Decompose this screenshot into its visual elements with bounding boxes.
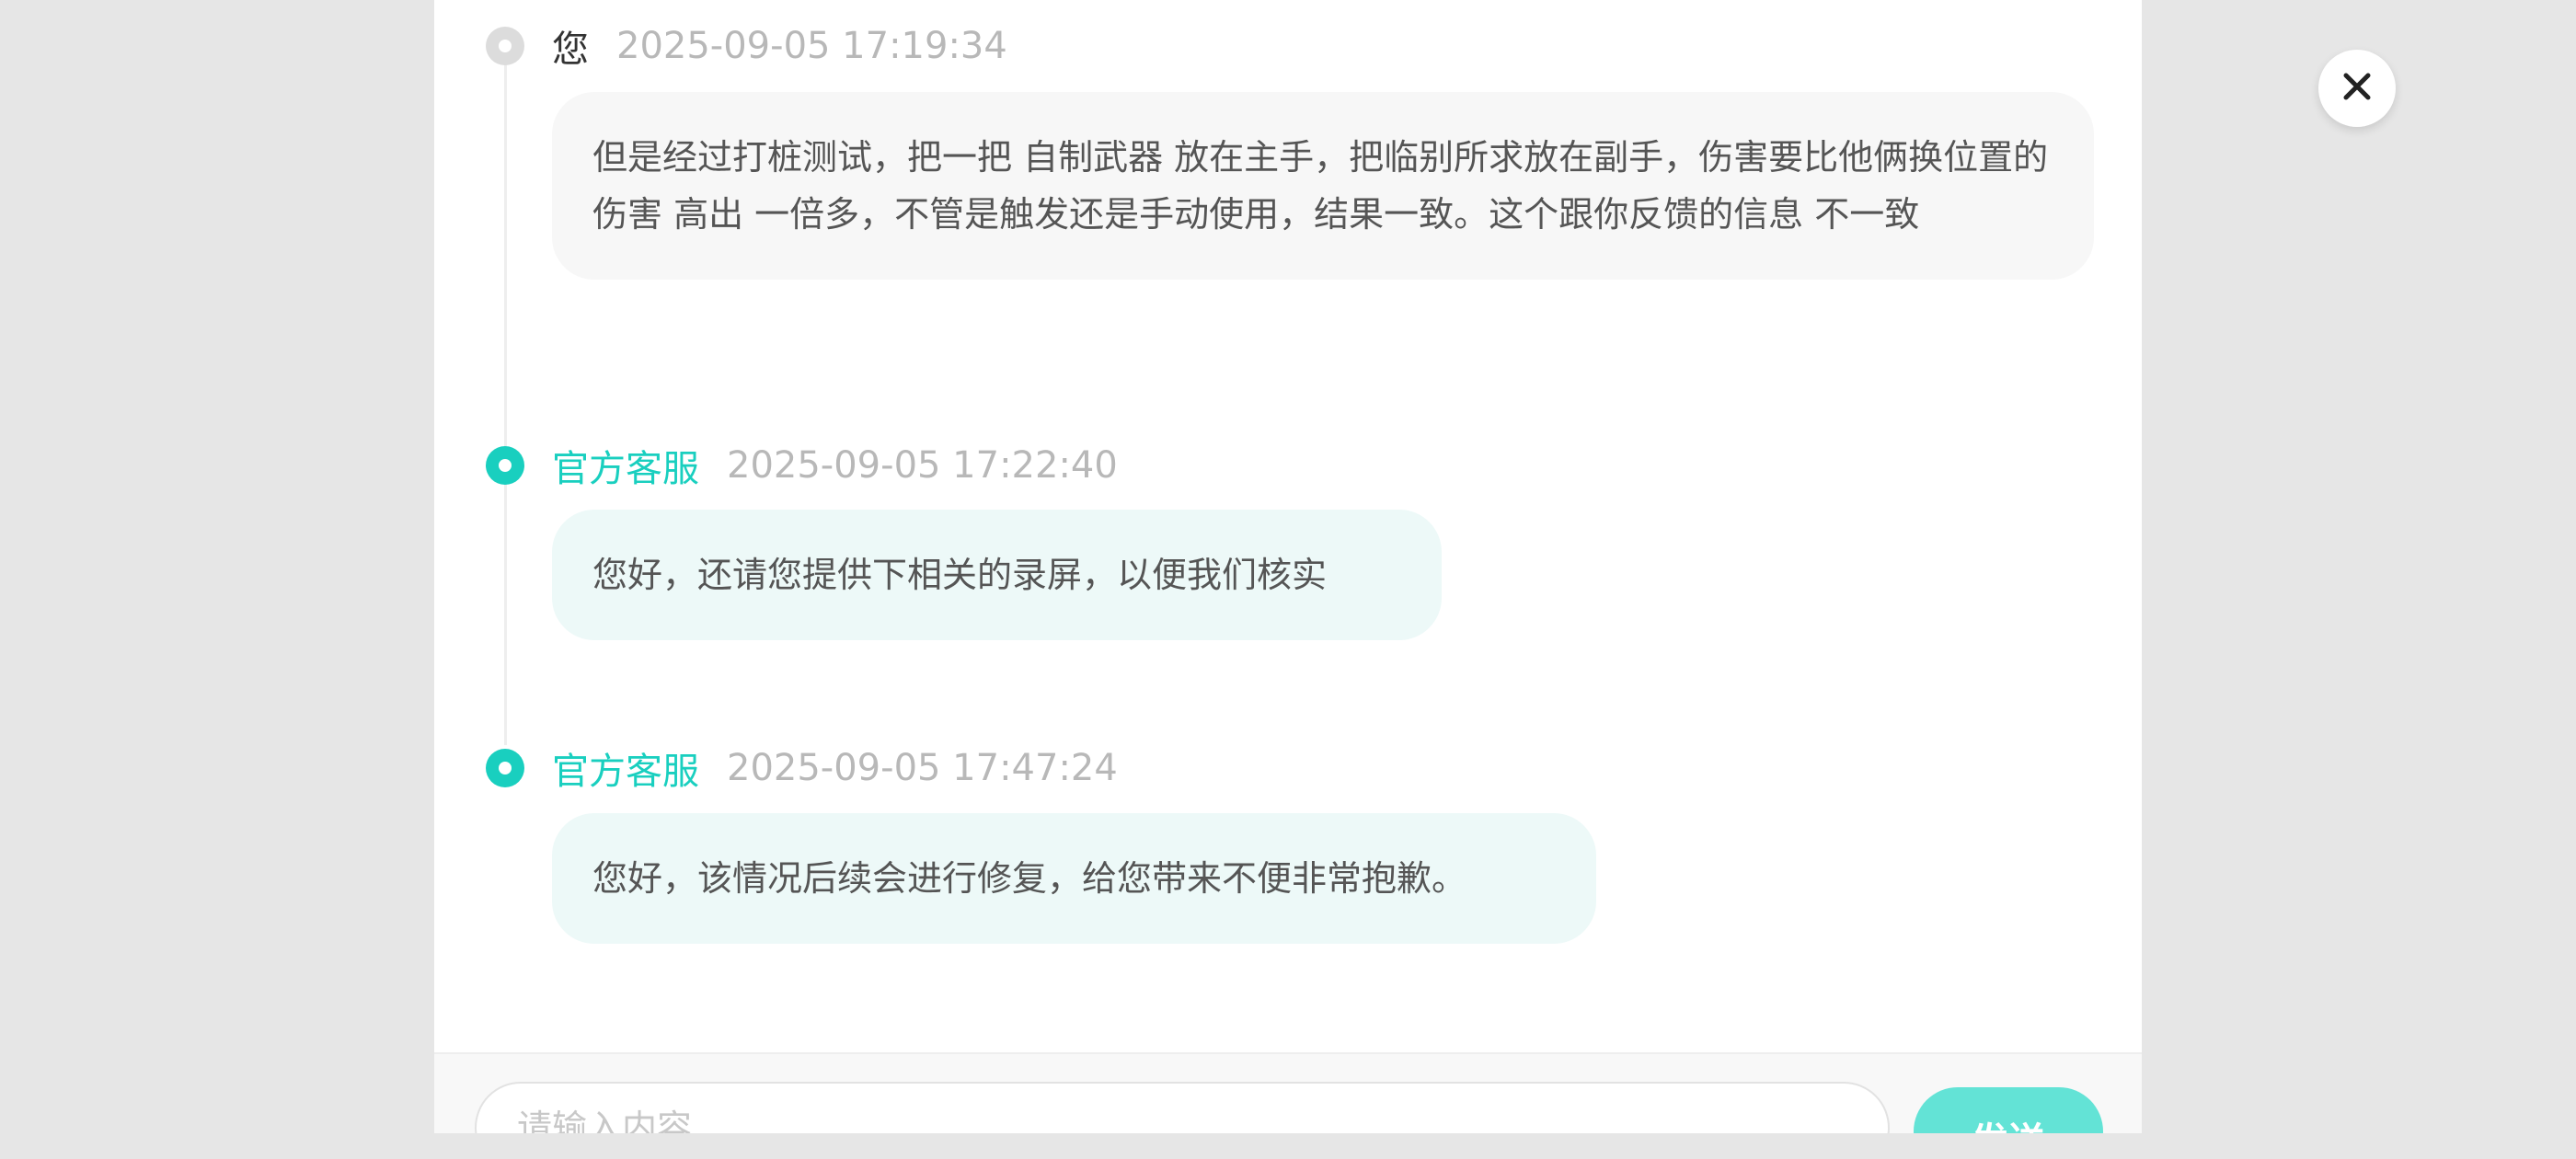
composer-bar: 发送 [434, 1052, 2142, 1133]
message-sender: 官方客服 [552, 751, 699, 793]
timeline-line [504, 46, 507, 745]
message-bubble-agent: 您好，还请您提供下相关的录屏，以便我们核实 [552, 510, 1442, 640]
message-sender: 官方客服 [552, 448, 699, 490]
message-bubble-agent: 您好，该情况后续会进行修复，给您带来不便非常抱歉。 [552, 813, 1596, 944]
message-header: 官方客服 2025-09-05 17:47:24 [552, 745, 1118, 793]
send-button[interactable]: 发送 [1914, 1087, 2103, 1133]
timeline-dot-agent [486, 446, 524, 485]
close-button[interactable] [2318, 50, 2396, 127]
message-sender: 您 [552, 29, 589, 71]
message-header: 您 2025-09-05 17:19:34 [552, 23, 1007, 71]
message-header: 官方客服 2025-09-05 17:22:40 [552, 442, 1118, 490]
message-bubble-user: 但是经过打桩测试，把一把 自制武器 放在主手，把临别所求放在副手，伤害要比他俩换… [552, 92, 2094, 280]
message-timestamp: 2025-09-05 17:19:34 [616, 25, 1007, 67]
chat-panel: 您 2025-09-05 17:19:34 但是经过打桩测试，把一把 自制武器 … [434, 0, 2142, 1133]
message-input[interactable] [475, 1082, 1890, 1133]
timeline-dot-user [486, 27, 524, 65]
message-timestamp: 2025-09-05 17:47:24 [727, 747, 1118, 789]
close-icon [2341, 71, 2373, 106]
message-timestamp: 2025-09-05 17:22:40 [727, 444, 1118, 487]
timeline-dot-agent [486, 749, 524, 787]
